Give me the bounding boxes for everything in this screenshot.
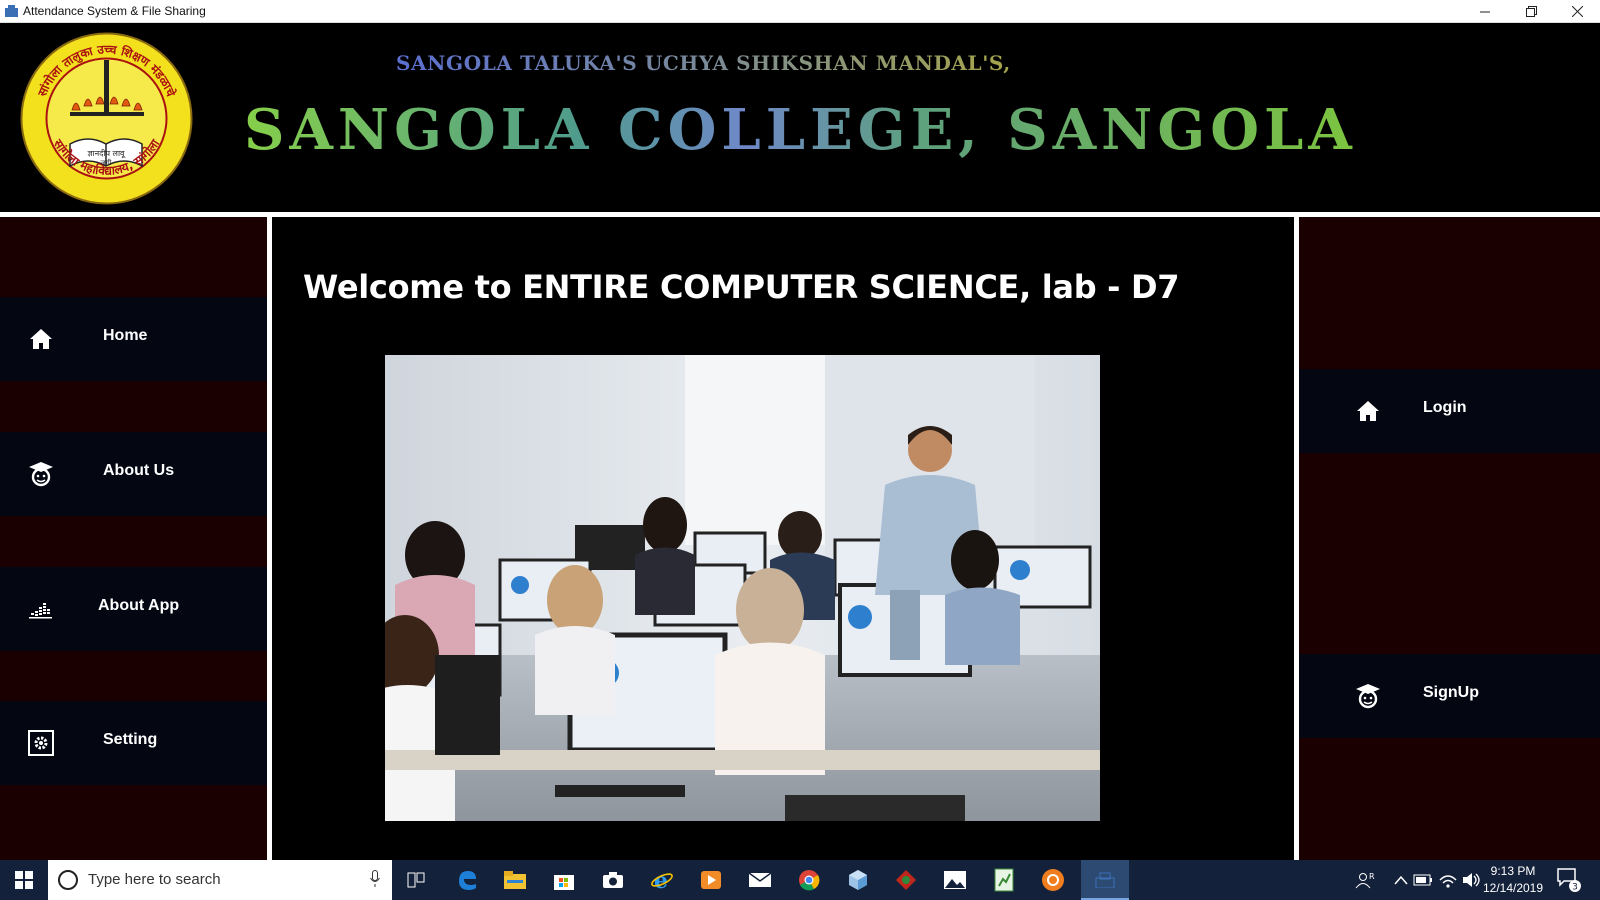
right-divider <box>1294 217 1299 860</box>
minimize-icon <box>1480 11 1490 12</box>
edge-icon[interactable] <box>453 866 481 894</box>
signup-label: SignUp <box>1423 684 1479 701</box>
camera-icon[interactable] <box>599 866 627 894</box>
store-icon[interactable] <box>550 866 578 894</box>
left-sidebar: Home About Us About App Setting <box>0 217 272 860</box>
nav-about-us-label: About Us <box>103 462 175 479</box>
start-button[interactable] <box>0 860 48 900</box>
taskbar-clock[interactable]: 9:13 PM 12/14/2019 <box>1476 863 1550 897</box>
mail-icon[interactable] <box>746 866 774 894</box>
login-button[interactable]: Login <box>1299 369 1600 453</box>
clock-date: 12/14/2019 <box>1482 881 1544 895</box>
active-app-icon <box>1095 872 1115 888</box>
microphone-icon[interactable] <box>370 870 380 888</box>
restore-icon <box>1525 6 1537 17</box>
notification-center-icon[interactable]: 3 <box>1555 866 1583 894</box>
logo-motto-line1: ज्ञानदीप लावू <box>88 148 127 159</box>
notification-count: 3 <box>1572 883 1578 893</box>
college-banner: ज्ञानदीप लावू जगी सांगोला तालुका उच्च शि… <box>0 23 1600 212</box>
home-icon <box>1353 396 1383 426</box>
college-name: SANGOLA COLLEGE, SANGOLA <box>244 97 1357 163</box>
gear-icon <box>26 728 56 758</box>
right-sidebar: Login SignUp <box>1294 217 1600 860</box>
internet-explorer-icon[interactable]: e <box>648 866 676 894</box>
nav-about-app-label: About App <box>98 597 180 614</box>
svg-text:R: R <box>1369 872 1375 881</box>
active-app-button[interactable] <box>1081 860 1129 900</box>
nav-setting-label: Setting <box>103 731 158 748</box>
graduate-icon <box>26 459 56 489</box>
photos-icon[interactable] <box>941 866 969 894</box>
red-app-icon[interactable] <box>892 866 920 894</box>
media-player-icon[interactable] <box>697 866 725 894</box>
search-placeholder: Type here to search <box>88 871 221 888</box>
app-icon <box>5 5 18 17</box>
graduate-icon <box>1353 681 1383 711</box>
windows-taskbar: Type here to search e R 9:13 PM 12/14/20… <box>0 860 1600 900</box>
left-divider <box>267 217 272 860</box>
welcome-heading: Welcome to ENTIRE COMPUTER SCIENCE, lab … <box>303 268 1180 306</box>
restore-button[interactable] <box>1508 0 1554 23</box>
nav-setting-button[interactable]: Setting <box>0 701 267 785</box>
nav-home-label: Home <box>103 327 148 344</box>
chrome-icon[interactable] <box>795 866 823 894</box>
windows-logo-icon <box>15 871 33 889</box>
spreadsheet-icon[interactable] <box>990 866 1018 894</box>
nav-home-button[interactable]: Home <box>0 297 267 381</box>
nav-about-us-button[interactable]: About Us <box>0 432 267 516</box>
banner-subtitle: SANGOLA TALUKA'S UCHYA SHIKSHAN MANDAL'S… <box>396 51 1011 75</box>
svg-text:e: e <box>654 869 668 891</box>
window-title: Attendance System & File Sharing <box>23 4 206 18</box>
equalizer-icon <box>26 594 56 624</box>
home-icon <box>26 324 56 354</box>
login-label: Login <box>1423 399 1467 416</box>
3d-viewer-icon[interactable] <box>844 866 872 894</box>
battery-icon[interactable] <box>1409 866 1437 894</box>
taskbar-search[interactable]: Type here to search <box>48 860 392 900</box>
college-logo: ज्ञानदीप लावू जगी सांगोला तालुका उच्च शि… <box>20 32 193 205</box>
close-icon <box>1571 6 1583 17</box>
people-icon[interactable]: R <box>1351 866 1379 894</box>
search-icon <box>58 870 78 890</box>
file-explorer-icon[interactable] <box>501 866 529 894</box>
signup-button[interactable]: SignUp <box>1299 654 1600 738</box>
task-view-icon[interactable] <box>402 866 430 894</box>
close-button[interactable] <box>1554 0 1600 23</box>
nav-about-app-button[interactable]: About App <box>0 567 267 651</box>
classroom-photo <box>385 355 1100 821</box>
clock-time: 9:13 PM <box>1490 864 1536 878</box>
minimize-button[interactable] <box>1462 0 1508 23</box>
firefox-like-icon[interactable] <box>1039 866 1067 894</box>
window-titlebar: Attendance System & File Sharing <box>0 0 1600 23</box>
